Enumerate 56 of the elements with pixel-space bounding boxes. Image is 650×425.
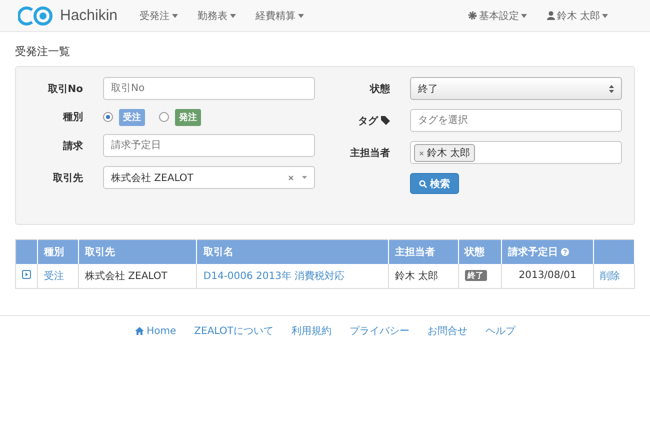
type-badge: 発注 — [175, 108, 201, 126]
radio-button[interactable] — [103, 112, 113, 122]
owner-field[interactable]: 鈴木 太郎 — [410, 141, 622, 164]
nav-menu[interactable]: 経費精算 — [256, 8, 304, 22]
user-menu[interactable]: 鈴木 太郎 — [546, 8, 608, 22]
brand-name[interactable]: Hachikin — [60, 7, 118, 24]
nav-menu[interactable]: 勤務表 — [198, 8, 236, 22]
table-header: 請求予定日 — [502, 240, 594, 264]
table-header: 種別 — [38, 240, 78, 264]
table-header — [593, 240, 634, 264]
field-label: タグ — [323, 114, 390, 128]
remove-icon — [419, 150, 424, 156]
table-header: 状態 — [458, 240, 502, 264]
footer-link[interactable]: 利用規約 — [291, 324, 332, 338]
table-header: 主担当者 — [388, 240, 458, 264]
clear-icon — [288, 174, 294, 180]
home-icon — [134, 327, 144, 335]
table-cell: 鈴木 太郎 — [388, 264, 458, 288]
table-header: 取引名 — [196, 240, 388, 264]
text-field[interactable]: タグを選択 — [410, 109, 622, 132]
expand-icon[interactable] — [22, 270, 31, 279]
status-badge: 終了 — [464, 270, 487, 282]
field-label: 主担当者 — [349, 146, 390, 160]
text-field[interactable]: 取引No — [103, 77, 315, 100]
deal-link[interactable]: D14-0006 2013年 消費税対応 — [196, 264, 388, 288]
status-select[interactable]: 終了 — [410, 77, 622, 100]
settings-menu[interactable]: 基本設定 — [468, 8, 527, 22]
field-label: 請求 — [62, 140, 83, 152]
caret-icon — [302, 176, 307, 179]
table-cell: 2013/08/01 — [502, 264, 594, 288]
type-badge: 受注 — [119, 108, 145, 126]
user-icon — [546, 11, 555, 20]
search-icon — [419, 180, 427, 188]
footer-link[interactable]: ZEALOTについて — [194, 324, 274, 338]
footer-link[interactable]: プライバシー — [349, 324, 410, 338]
owner-tag[interactable]: 鈴木 太郎 — [414, 144, 476, 162]
table-header — [16, 240, 38, 264]
footer-link[interactable]: ヘルプ — [485, 324, 516, 338]
radio-button[interactable] — [159, 112, 169, 122]
table-cell: 株式会社 ZEALOT — [78, 264, 197, 288]
nav-menu[interactable]: 受発注 — [140, 8, 178, 22]
table-header: 取引先 — [78, 240, 197, 264]
field-label: 状態 — [368, 82, 390, 96]
footer-link[interactable]: Home — [134, 324, 176, 338]
field-label: 取引No — [46, 82, 83, 96]
page-title: 受発注一覧 — [15, 44, 71, 59]
delete-link[interactable]: 削除 — [593, 264, 634, 288]
updown-icon — [609, 84, 614, 92]
search-button[interactable]: 検索 — [410, 173, 459, 194]
client-select[interactable]: 株式会社 ZEALOT — [103, 166, 315, 189]
footer-link[interactable]: お問合せ — [427, 324, 468, 338]
field-label: 種別 — [62, 110, 83, 124]
field-label: 取引先 — [52, 172, 83, 184]
settings-icon — [468, 11, 477, 20]
type-link[interactable]: 受注 — [38, 264, 78, 288]
text-field[interactable]: 請求予定日 — [103, 134, 315, 157]
